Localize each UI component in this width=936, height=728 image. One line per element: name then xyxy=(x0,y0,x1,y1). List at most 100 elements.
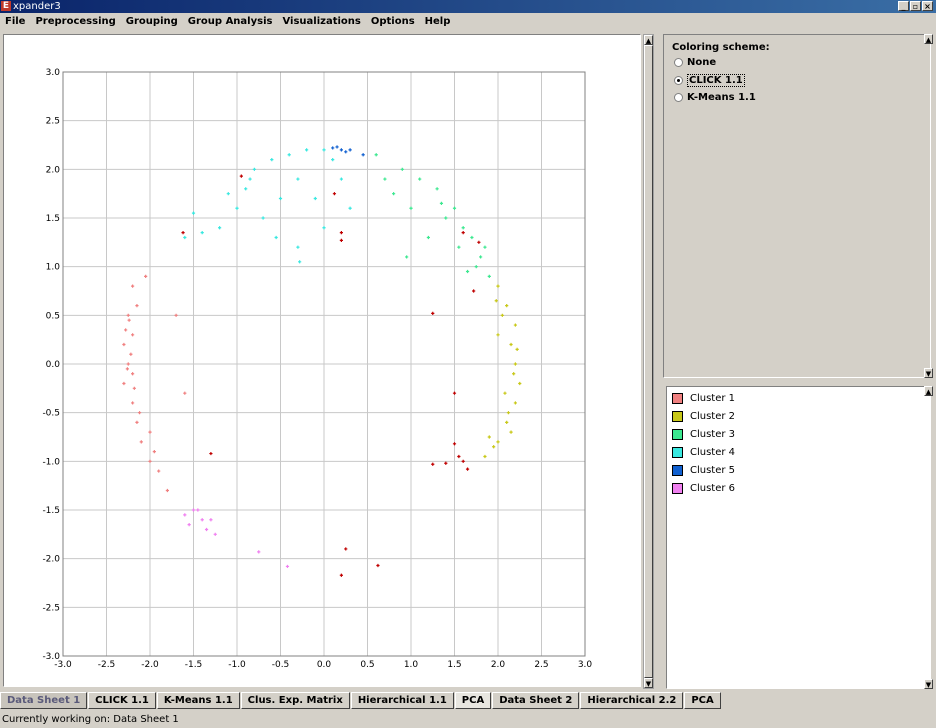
data-point xyxy=(496,284,500,288)
data-point xyxy=(374,153,378,157)
pca-plot-panel: -3.0 -2.5 -2.0 -1.5 -1.0 -0.5 0.0 0.5 1.0 1.5 2.0 2… xyxy=(3,34,641,687)
legend-scrollbar[interactable]: ▲ ▼ xyxy=(924,386,935,689)
data-point xyxy=(124,328,128,332)
data-point xyxy=(452,442,457,446)
data-point xyxy=(500,313,504,317)
data-point xyxy=(183,513,187,517)
legend-panel: Cluster 1 Cluster 2 Cluster 3 Cluster 4 … xyxy=(666,386,931,689)
data-point xyxy=(335,145,339,149)
tab-hierarchical-1-1[interactable]: Hierarchical 1.1 xyxy=(350,692,454,709)
menu-file[interactable]: File xyxy=(0,13,30,31)
radio-click[interactable]: CLICK 1.1 xyxy=(674,74,745,87)
legend-swatch xyxy=(672,411,683,422)
data-point xyxy=(376,563,380,568)
tab-clus-exp-matrix[interactable]: Clus. Exp. Matrix xyxy=(240,692,350,709)
close-icon[interactable]: × xyxy=(922,1,933,11)
menu-help[interactable]: Help xyxy=(420,13,456,31)
radio-kmeans[interactable]: K-Means 1.1 xyxy=(674,92,756,103)
pca-scatter-plot[interactable]: -3.0 -2.5 -2.0 -1.5 -1.0 -0.5 0.0 0.5 1.0 1.5 2.0 2… xyxy=(4,35,640,686)
legend-swatch xyxy=(672,429,683,440)
scroll-down-icon[interactable]: ▼ xyxy=(644,678,653,688)
data-point xyxy=(122,381,126,386)
menu-group-analysis[interactable]: Group Analysis xyxy=(183,13,278,31)
data-point xyxy=(129,352,133,356)
menu-visualizations[interactable]: Visualizations xyxy=(277,13,365,31)
restore-icon[interactable]: ▫ xyxy=(910,1,921,11)
data-point xyxy=(461,459,465,463)
data-point xyxy=(494,299,498,303)
scroll-thumb[interactable] xyxy=(644,45,653,678)
tab-data-sheet-1[interactable]: Data Sheet 1 xyxy=(0,692,88,709)
data-point xyxy=(361,153,365,157)
data-point xyxy=(126,313,130,317)
data-point xyxy=(509,342,513,347)
scroll-up-icon[interactable]: ▲ xyxy=(924,34,933,44)
scroll-up-icon[interactable]: ▲ xyxy=(924,386,933,396)
data-point xyxy=(483,245,487,249)
data-point xyxy=(431,311,435,315)
radio-selected-icon[interactable] xyxy=(674,76,683,85)
minimize-icon[interactable]: _ xyxy=(898,1,909,11)
data-point xyxy=(474,265,478,269)
data-point xyxy=(348,148,352,152)
data-point xyxy=(339,573,343,577)
data-point xyxy=(487,274,491,278)
data-point xyxy=(452,391,457,395)
scroll-up-icon[interactable]: ▲ xyxy=(644,35,653,45)
tab-pca[interactable]: PCA xyxy=(454,692,492,709)
data-point xyxy=(165,488,169,493)
tab-pca-2[interactable]: PCA xyxy=(684,692,721,709)
menu-options[interactable]: Options xyxy=(366,13,420,31)
coloring-scheme-panel: Coloring scheme: None CLICK 1.1 K-Means … xyxy=(663,34,931,378)
x-tick-label: 2.5 xyxy=(534,660,548,670)
data-point xyxy=(200,231,204,235)
data-point xyxy=(135,420,139,424)
radio-none[interactable]: None xyxy=(674,57,716,68)
data-point xyxy=(400,167,404,171)
x-tick-label: 3.0 xyxy=(578,660,593,670)
y-tick-label: 0.5 xyxy=(46,311,60,321)
menu-grouping[interactable]: Grouping xyxy=(121,13,183,31)
legend-label: Cluster 3 xyxy=(690,429,736,440)
y-tick-label: -2.5 xyxy=(42,603,60,613)
legend-item: Cluster 5 xyxy=(672,465,735,476)
y-tick-label: -3.0 xyxy=(42,652,60,662)
data-point xyxy=(496,440,500,444)
coloring-scheme-title: Coloring scheme: xyxy=(672,42,770,53)
y-tick-label: 1.0 xyxy=(46,263,61,273)
scroll-down-icon[interactable]: ▼ xyxy=(924,368,933,378)
data-point xyxy=(137,411,142,415)
data-point xyxy=(426,235,430,240)
scheme-scrollbar[interactable]: ▲ ▼ xyxy=(924,34,935,378)
data-point xyxy=(461,226,465,230)
data-point xyxy=(348,206,352,210)
y-tick-label: -1.0 xyxy=(42,457,60,467)
radio-label-click: CLICK 1.1 xyxy=(687,74,745,87)
tab-kmeans-1-1[interactable]: K-Means 1.1 xyxy=(156,692,240,709)
tab-click-1-1[interactable]: CLICK 1.1 xyxy=(88,692,156,709)
split-divider[interactable] xyxy=(660,378,936,384)
data-point xyxy=(518,381,522,386)
tab-hierarchical-2-2[interactable]: Hierarchical 2.2 xyxy=(580,692,684,709)
y-tick-label: 3.0 xyxy=(46,68,61,78)
legend-label: Cluster 6 xyxy=(690,483,736,494)
data-point xyxy=(331,146,335,150)
data-point xyxy=(139,440,143,444)
y-tick-label: 2.0 xyxy=(46,165,61,175)
plot-scrollbar[interactable]: ▲ ▼ xyxy=(643,34,654,689)
x-tick-label: 2.0 xyxy=(491,660,506,670)
radio-icon[interactable] xyxy=(674,58,683,67)
data-point xyxy=(204,527,209,532)
data-point xyxy=(339,238,343,242)
data-point xyxy=(209,518,213,522)
tab-data-sheet-2[interactable]: Data Sheet 2 xyxy=(492,692,580,709)
scroll-down-icon[interactable]: ▼ xyxy=(924,679,933,689)
data-point xyxy=(339,148,343,152)
legend-item: Cluster 6 xyxy=(672,483,735,494)
y-tick-label: 2.5 xyxy=(46,117,60,127)
data-point xyxy=(305,148,309,152)
radio-icon[interactable] xyxy=(674,93,683,102)
data-point xyxy=(487,435,491,439)
radio-label-kmeans: K-Means 1.1 xyxy=(687,92,756,103)
menu-preprocessing[interactable]: Preprocessing xyxy=(30,13,120,31)
